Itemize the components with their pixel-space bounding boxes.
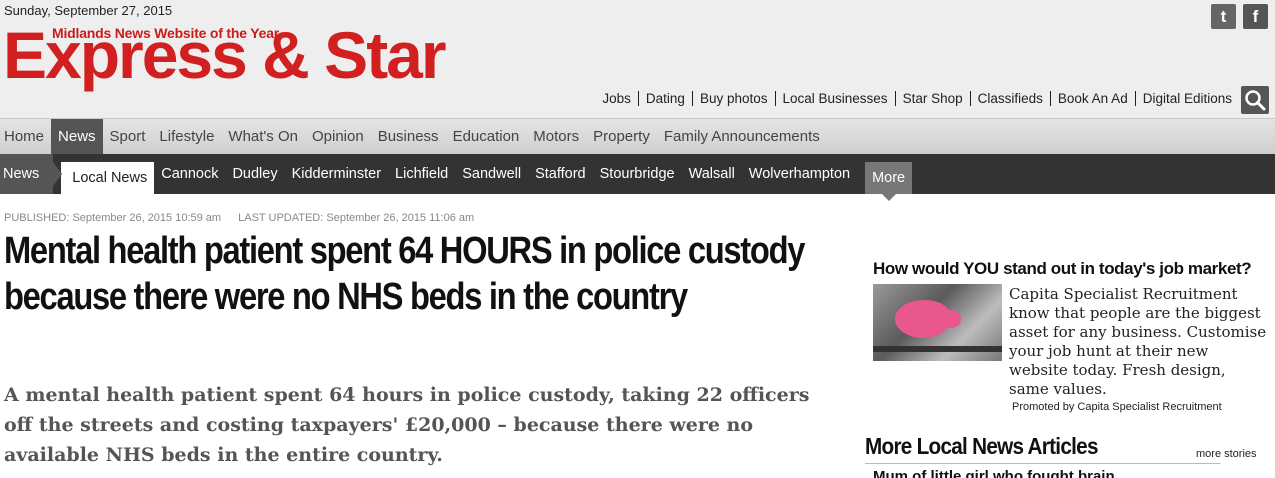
toplink-local-businesses[interactable]: Local Businesses	[774, 91, 895, 106]
nav-home[interactable]: Home	[0, 119, 51, 154]
promo-sponsor: Promoted by Capita Specialist Recruitmen…	[1012, 401, 1222, 413]
toplink-classifieds[interactable]: Classifieds	[969, 91, 1050, 106]
current-date: Sunday, September 27, 2015	[4, 3, 173, 18]
nav-property[interactable]: Property	[586, 119, 657, 154]
subnav-more-button[interactable]: More	[865, 162, 913, 201]
toplink-star-shop[interactable]: Star Shop	[894, 91, 970, 106]
nav-news[interactable]: News	[51, 119, 103, 154]
nav-motors[interactable]: Motors	[526, 119, 586, 154]
promo-title[interactable]: How would YOU stand out in today's job m…	[873, 259, 1252, 279]
article-meta: PUBLISHED: September 26, 2015 10:59 am L…	[4, 212, 488, 224]
article-standfirst: A mental health patient spent 64 hours i…	[4, 384, 810, 466]
toplink-dating[interactable]: Dating	[637, 91, 692, 106]
nav-education[interactable]: Education	[446, 119, 527, 154]
more-stories-link[interactable]: more stories	[1196, 448, 1257, 460]
article-headline: Mental health patient spent 64 HOURS in …	[4, 230, 805, 318]
search-icon	[1245, 90, 1266, 111]
subnav-stafford[interactable]: Stafford	[528, 154, 593, 194]
facebook-icon[interactable]: f	[1243, 4, 1268, 29]
subnav-kidderminster[interactable]: Kidderminster	[285, 154, 388, 194]
subnav-sandwell[interactable]: Sandwell	[455, 154, 528, 194]
pink-bird-head	[941, 310, 961, 328]
twitter-icon[interactable]: t	[1211, 4, 1236, 29]
published-date: PUBLISHED: September 26, 2015 10:59 am	[4, 212, 222, 224]
subnav-cannock[interactable]: Cannock	[154, 154, 225, 194]
updated-date: LAST UPDATED: September 26, 2015 11:06 a…	[238, 212, 475, 224]
subnav-walsall[interactable]: Walsall	[682, 154, 742, 194]
promo-text[interactable]: Capita Specialist Recruitment know that …	[1009, 285, 1267, 399]
section-breadcrumb[interactable]: News	[0, 154, 63, 194]
nav-family-announcements[interactable]: Family Announcements	[657, 119, 827, 154]
nav-whats-on[interactable]: What's On	[221, 119, 305, 154]
more-local-news-heading: More Local News Articles	[865, 433, 1221, 464]
site-tagline: Midlands News Website of the Year	[52, 25, 280, 41]
nav-lifestyle[interactable]: Lifestyle	[152, 119, 221, 154]
railing-shape	[873, 346, 1002, 352]
toplink-buy-photos[interactable]: Buy photos	[691, 91, 775, 106]
subnav-wolverhampton[interactable]: Wolverhampton	[742, 154, 857, 194]
subnav-stourbridge[interactable]: Stourbridge	[593, 154, 682, 194]
masthead: Sunday, September 27, 2015 Express & Sta…	[0, 0, 1275, 118]
more-local-first-headline[interactable]: Mum of little girl who fought brain ...	[873, 468, 1131, 478]
search-button[interactable]	[1241, 86, 1269, 114]
toplink-book-an-ad[interactable]: Book An Ad	[1049, 91, 1135, 106]
primary-nav: Home News Sport Lifestyle What's On Opin…	[0, 118, 1275, 154]
subnav-local-news[interactable]: Local News	[61, 162, 155, 194]
secondary-nav: News Local News Cannock Dudley Kiddermin…	[0, 154, 1275, 201]
nav-opinion[interactable]: Opinion	[305, 119, 371, 154]
utility-links: Jobs Dating Buy photos Local Businesses …	[595, 91, 1239, 106]
toplink-jobs[interactable]: Jobs	[595, 91, 638, 106]
toplink-digital-editions[interactable]: Digital Editions	[1134, 91, 1239, 106]
nav-sport[interactable]: Sport	[103, 119, 153, 154]
subnav-lichfield[interactable]: Lichfield	[388, 154, 455, 194]
nav-business[interactable]: Business	[371, 119, 446, 154]
promo-image[interactable]	[873, 284, 1002, 361]
subnav-dudley[interactable]: Dudley	[225, 154, 284, 194]
